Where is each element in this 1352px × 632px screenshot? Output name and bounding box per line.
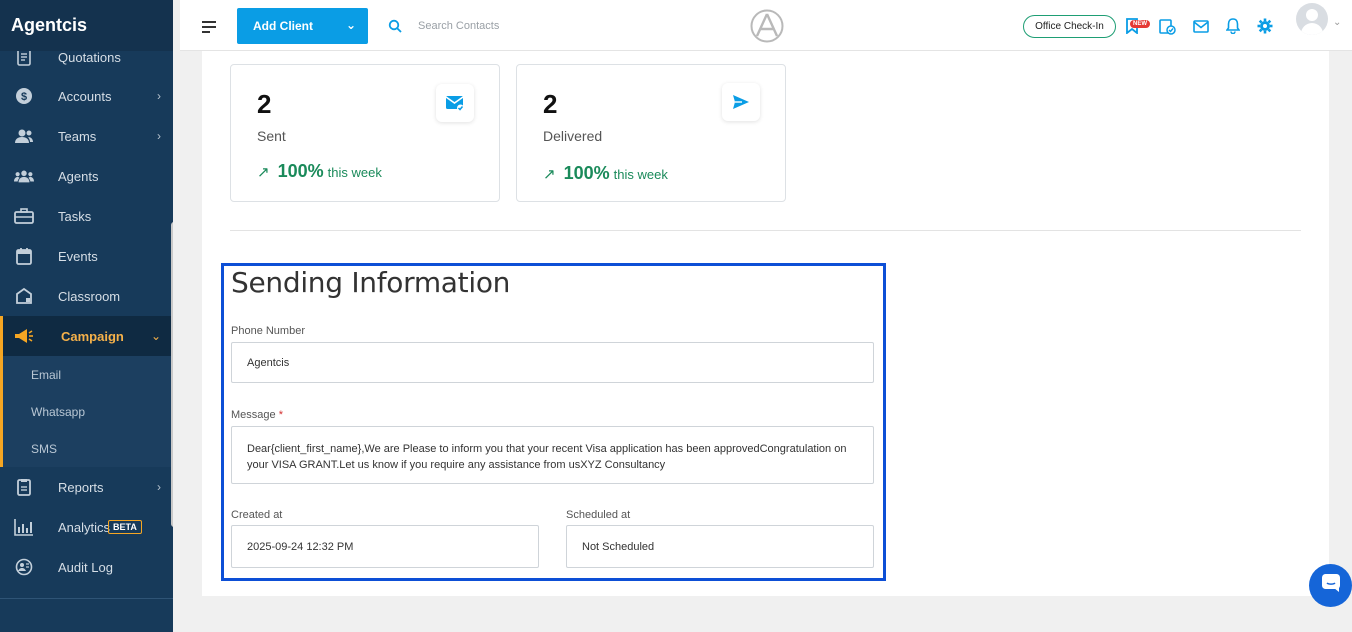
submenu-item-whatsapp[interactable]: Whatsapp <box>0 393 173 430</box>
office-checkin-button[interactable]: Office Check-In <box>1023 15 1116 38</box>
trend-percent: 100% <box>563 163 610 183</box>
stat-card-delivered: 2 Delivered ↗ 100% this week <box>516 64 786 202</box>
sidebar-item-analytics[interactable]: Analytics BETA <box>0 507 173 547</box>
sidebar: Quotations $ Accounts › Teams › Agents T… <box>0 0 173 632</box>
gear-icon[interactable] <box>1256 17 1274 35</box>
scheduled-at-label: Scheduled at <box>566 509 631 521</box>
search-input[interactable] <box>418 14 618 38</box>
add-client-label: Add Client <box>253 19 313 33</box>
sidebar-divider <box>0 598 173 599</box>
message-label-text: Message <box>231 409 276 421</box>
briefcase-icon <box>14 206 34 226</box>
stat-card-sent: 2 Sent ↗ 100% this week <box>230 64 500 202</box>
scheduled-at-field[interactable]: Not Scheduled <box>566 525 874 568</box>
sidebar-item-label: Campaign <box>61 328 124 344</box>
sidebar-item-label: Analytics <box>58 519 111 535</box>
stat-trend: ↗ 100% this week <box>543 163 668 184</box>
sidebar-item-label: Agents <box>58 168 99 184</box>
message-label: Message * <box>231 409 283 421</box>
sidebar-item-label: Quotations <box>58 49 121 65</box>
report-icon <box>14 477 34 497</box>
svg-text:$: $ <box>21 91 27 103</box>
topbar: Add Client ⌄ Office Check-In NEW ⌄ <box>180 0 1352 51</box>
sending-information-section: Sending Information Phone Number Agentci… <box>221 263 886 581</box>
submenu-item-email[interactable]: Email <box>0 356 173 393</box>
chevron-down-icon: ⌄ <box>150 329 161 343</box>
stat-label: Sent <box>257 128 286 144</box>
sidebar-item-label: Reports <box>58 479 104 495</box>
sidebar-item-label: Accounts <box>58 88 112 104</box>
chevron-right-icon: › <box>157 89 161 103</box>
stat-value: 2 <box>257 89 272 119</box>
task-check-icon[interactable] <box>1158 17 1176 35</box>
stat-value: 2 <box>543 89 558 119</box>
sidebar-item-events[interactable]: Events <box>0 236 173 276</box>
audit-log-icon <box>14 557 34 577</box>
sidebar-item-classroom[interactable]: Classroom <box>0 276 173 316</box>
dollar-icon: $ <box>14 86 34 106</box>
trend-up-icon: ↗ <box>543 166 556 183</box>
message-field[interactable]: Dear{client_first_name},We are Please to… <box>231 426 874 484</box>
sidebar-item-agents[interactable]: Agents <box>0 156 173 196</box>
main-content: 2 Sent ↗ 100% this week 2 Delivered ↗ 10… <box>202 51 1329 596</box>
search-icon[interactable] <box>388 19 402 38</box>
trend-period: this week <box>613 167 668 182</box>
send-icon <box>722 83 760 121</box>
chat-widget-button[interactable] <box>1309 564 1352 607</box>
sidebar-item-campaign[interactable]: Campaign ⌄ <box>0 316 173 356</box>
sidebar-item-label: Audit Log <box>58 559 113 575</box>
new-badge: NEW <box>1130 20 1150 28</box>
required-marker: * <box>278 409 283 421</box>
team-icon <box>14 126 34 146</box>
add-client-button[interactable]: Add Client ⌄ <box>237 8 368 44</box>
sidebar-item-audit-log[interactable]: Audit Log <box>0 547 173 587</box>
trend-percent: 100% <box>277 161 324 181</box>
divider <box>230 230 1301 231</box>
classroom-icon <box>14 286 34 306</box>
phone-number-field[interactable]: Agentcis <box>231 342 874 383</box>
agents-icon <box>14 166 34 186</box>
section-title: Sending Information <box>231 266 511 299</box>
sidebar-scrollbar[interactable] <box>171 222 173 527</box>
avatar[interactable] <box>1296 3 1328 35</box>
campaign-submenu: Email Whatsapp SMS <box>0 356 173 467</box>
analytics-icon <box>14 517 34 537</box>
submenu-item-sms[interactable]: SMS <box>0 430 173 467</box>
sidebar-item-accounts[interactable]: $ Accounts › <box>0 76 173 116</box>
stat-label: Delivered <box>543 128 603 144</box>
stat-trend: ↗ 100% this week <box>257 161 382 182</box>
sidebar-item-tasks[interactable]: Tasks <box>0 196 173 236</box>
sidebar-item-label: Classroom <box>58 288 121 304</box>
bell-icon[interactable] <box>1224 17 1242 35</box>
trend-up-icon: ↗ <box>257 164 270 181</box>
sidebar-item-label: Tasks <box>58 208 92 224</box>
sidebar-item-label: Teams <box>58 128 97 144</box>
mail-check-icon <box>436 84 474 122</box>
beta-badge: BETA <box>108 520 142 534</box>
created-at-field[interactable]: 2025-09-24 12:32 PM <box>231 525 539 568</box>
company-logo-icon <box>750 9 784 43</box>
chevron-down-icon[interactable]: ⌄ <box>346 18 356 32</box>
menu-toggle-icon[interactable] <box>202 21 216 36</box>
sidebar-item-reports[interactable]: Reports › <box>0 467 173 507</box>
chevron-right-icon: › <box>157 480 161 494</box>
sidebar-nav: Quotations $ Accounts › Teams › Agents T… <box>0 38 173 587</box>
sidebar-item-label: Events <box>58 248 98 264</box>
trend-period: this week <box>327 165 382 180</box>
created-at-label: Created at <box>231 509 283 521</box>
phone-number-label: Phone Number <box>231 325 305 337</box>
mail-icon[interactable] <box>1192 17 1210 35</box>
chat-icon <box>1321 573 1341 598</box>
megaphone-icon <box>14 326 34 346</box>
calendar-icon <box>14 246 34 266</box>
sidebar-item-teams[interactable]: Teams › <box>0 116 173 156</box>
chevron-right-icon: › <box>157 129 161 143</box>
brand-logo[interactable]: Agentcis <box>0 0 173 51</box>
chevron-down-icon[interactable]: ⌄ <box>1333 17 1341 28</box>
